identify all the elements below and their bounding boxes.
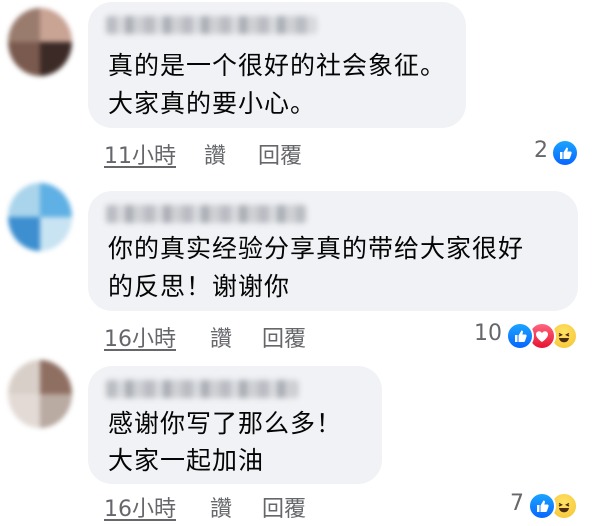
avatar[interactable]	[8, 360, 72, 428]
avatar-pixel	[40, 42, 72, 76]
like-icon	[551, 139, 579, 167]
avatar-pixel	[8, 360, 40, 394]
avatar[interactable]	[8, 183, 72, 251]
reply-button[interactable]: 回覆	[258, 138, 302, 170]
commenter-name-blurred[interactable]	[106, 205, 306, 223]
reaction-count: 7	[510, 491, 524, 516]
comment-bubble: 真的是一个很好的社会象征。 大家真的要小心。	[88, 2, 466, 128]
comment-text-line: 你的真实经验分享真的带给大家很好	[108, 234, 525, 263]
avatar-pixel	[8, 42, 40, 76]
comment-text-line: 的反思！谢谢你	[108, 272, 291, 301]
like-button[interactable]: 讚	[210, 321, 232, 353]
commenter-name-blurred[interactable]	[106, 16, 316, 34]
avatar-pixel	[8, 183, 40, 217]
like-button[interactable]: 讚	[210, 491, 232, 523]
reaction-count: 10	[474, 321, 502, 346]
comment-text-line: 感谢你写了那么多！	[108, 409, 343, 438]
avatar-pixel	[8, 217, 40, 251]
avatar-pixel	[8, 8, 40, 42]
comment-bubble: 感谢你写了那么多！ 大家一起加油	[88, 366, 382, 484]
reply-button[interactable]: 回覆	[262, 491, 306, 523]
avatar-pixel	[40, 8, 72, 42]
like-icon	[528, 492, 556, 520]
timestamp-link[interactable]: 16小時	[104, 491, 176, 523]
avatar-pixel	[40, 360, 72, 394]
reply-button[interactable]: 回覆	[262, 321, 306, 353]
comment-bubble: 你的真实经验分享真的带给大家很好 的反思！谢谢你	[88, 191, 578, 311]
comment-text-line: 大家真的要小心。	[108, 89, 317, 118]
avatar-pixel	[40, 217, 72, 251]
avatar-pixel	[40, 183, 72, 217]
reaction-count: 2	[534, 138, 548, 163]
comment-text-line: 真的是一个很好的社会象征。	[108, 51, 447, 80]
avatar-pixel	[40, 394, 72, 428]
like-icon	[506, 322, 534, 350]
like-button[interactable]: 讚	[204, 138, 226, 170]
commenter-name-blurred[interactable]	[106, 380, 298, 398]
timestamp-link[interactable]: 11小時	[104, 138, 176, 170]
comment-text-line: 大家一起加油	[108, 446, 265, 475]
avatar-pixel	[8, 394, 40, 428]
timestamp-link[interactable]: 16小時	[104, 321, 176, 353]
avatar[interactable]	[8, 8, 72, 76]
